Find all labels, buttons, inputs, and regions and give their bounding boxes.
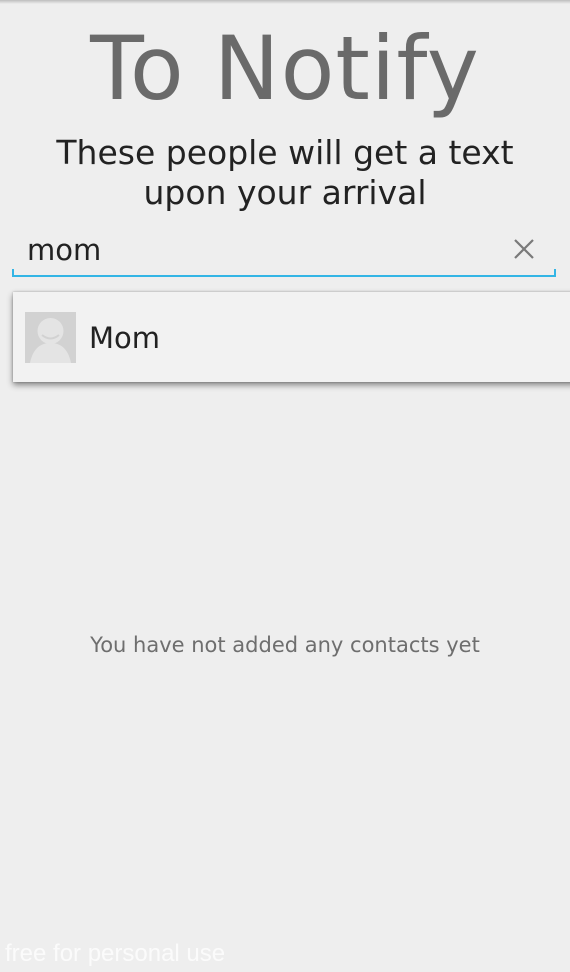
search-input[interactable]: mom: [27, 230, 101, 270]
suggestion-item-mom[interactable]: Mom: [13, 292, 570, 382]
close-icon[interactable]: [513, 238, 535, 260]
top-edge-shadow: [0, 0, 570, 4]
contact-search-field[interactable]: mom: [12, 226, 556, 277]
watermark-text: free for personal use: [5, 940, 226, 967]
page-title: To Notify: [90, 17, 480, 120]
suggestion-dropdown: Mom: [13, 292, 570, 382]
search-underline: [12, 269, 556, 277]
empty-contacts-message: You have not added any contacts yet: [90, 633, 480, 657]
page-subtitle: These people will get a text upon your a…: [56, 133, 514, 212]
contact-avatar-icon: [25, 312, 76, 363]
contact-name: Mom: [89, 321, 161, 355]
